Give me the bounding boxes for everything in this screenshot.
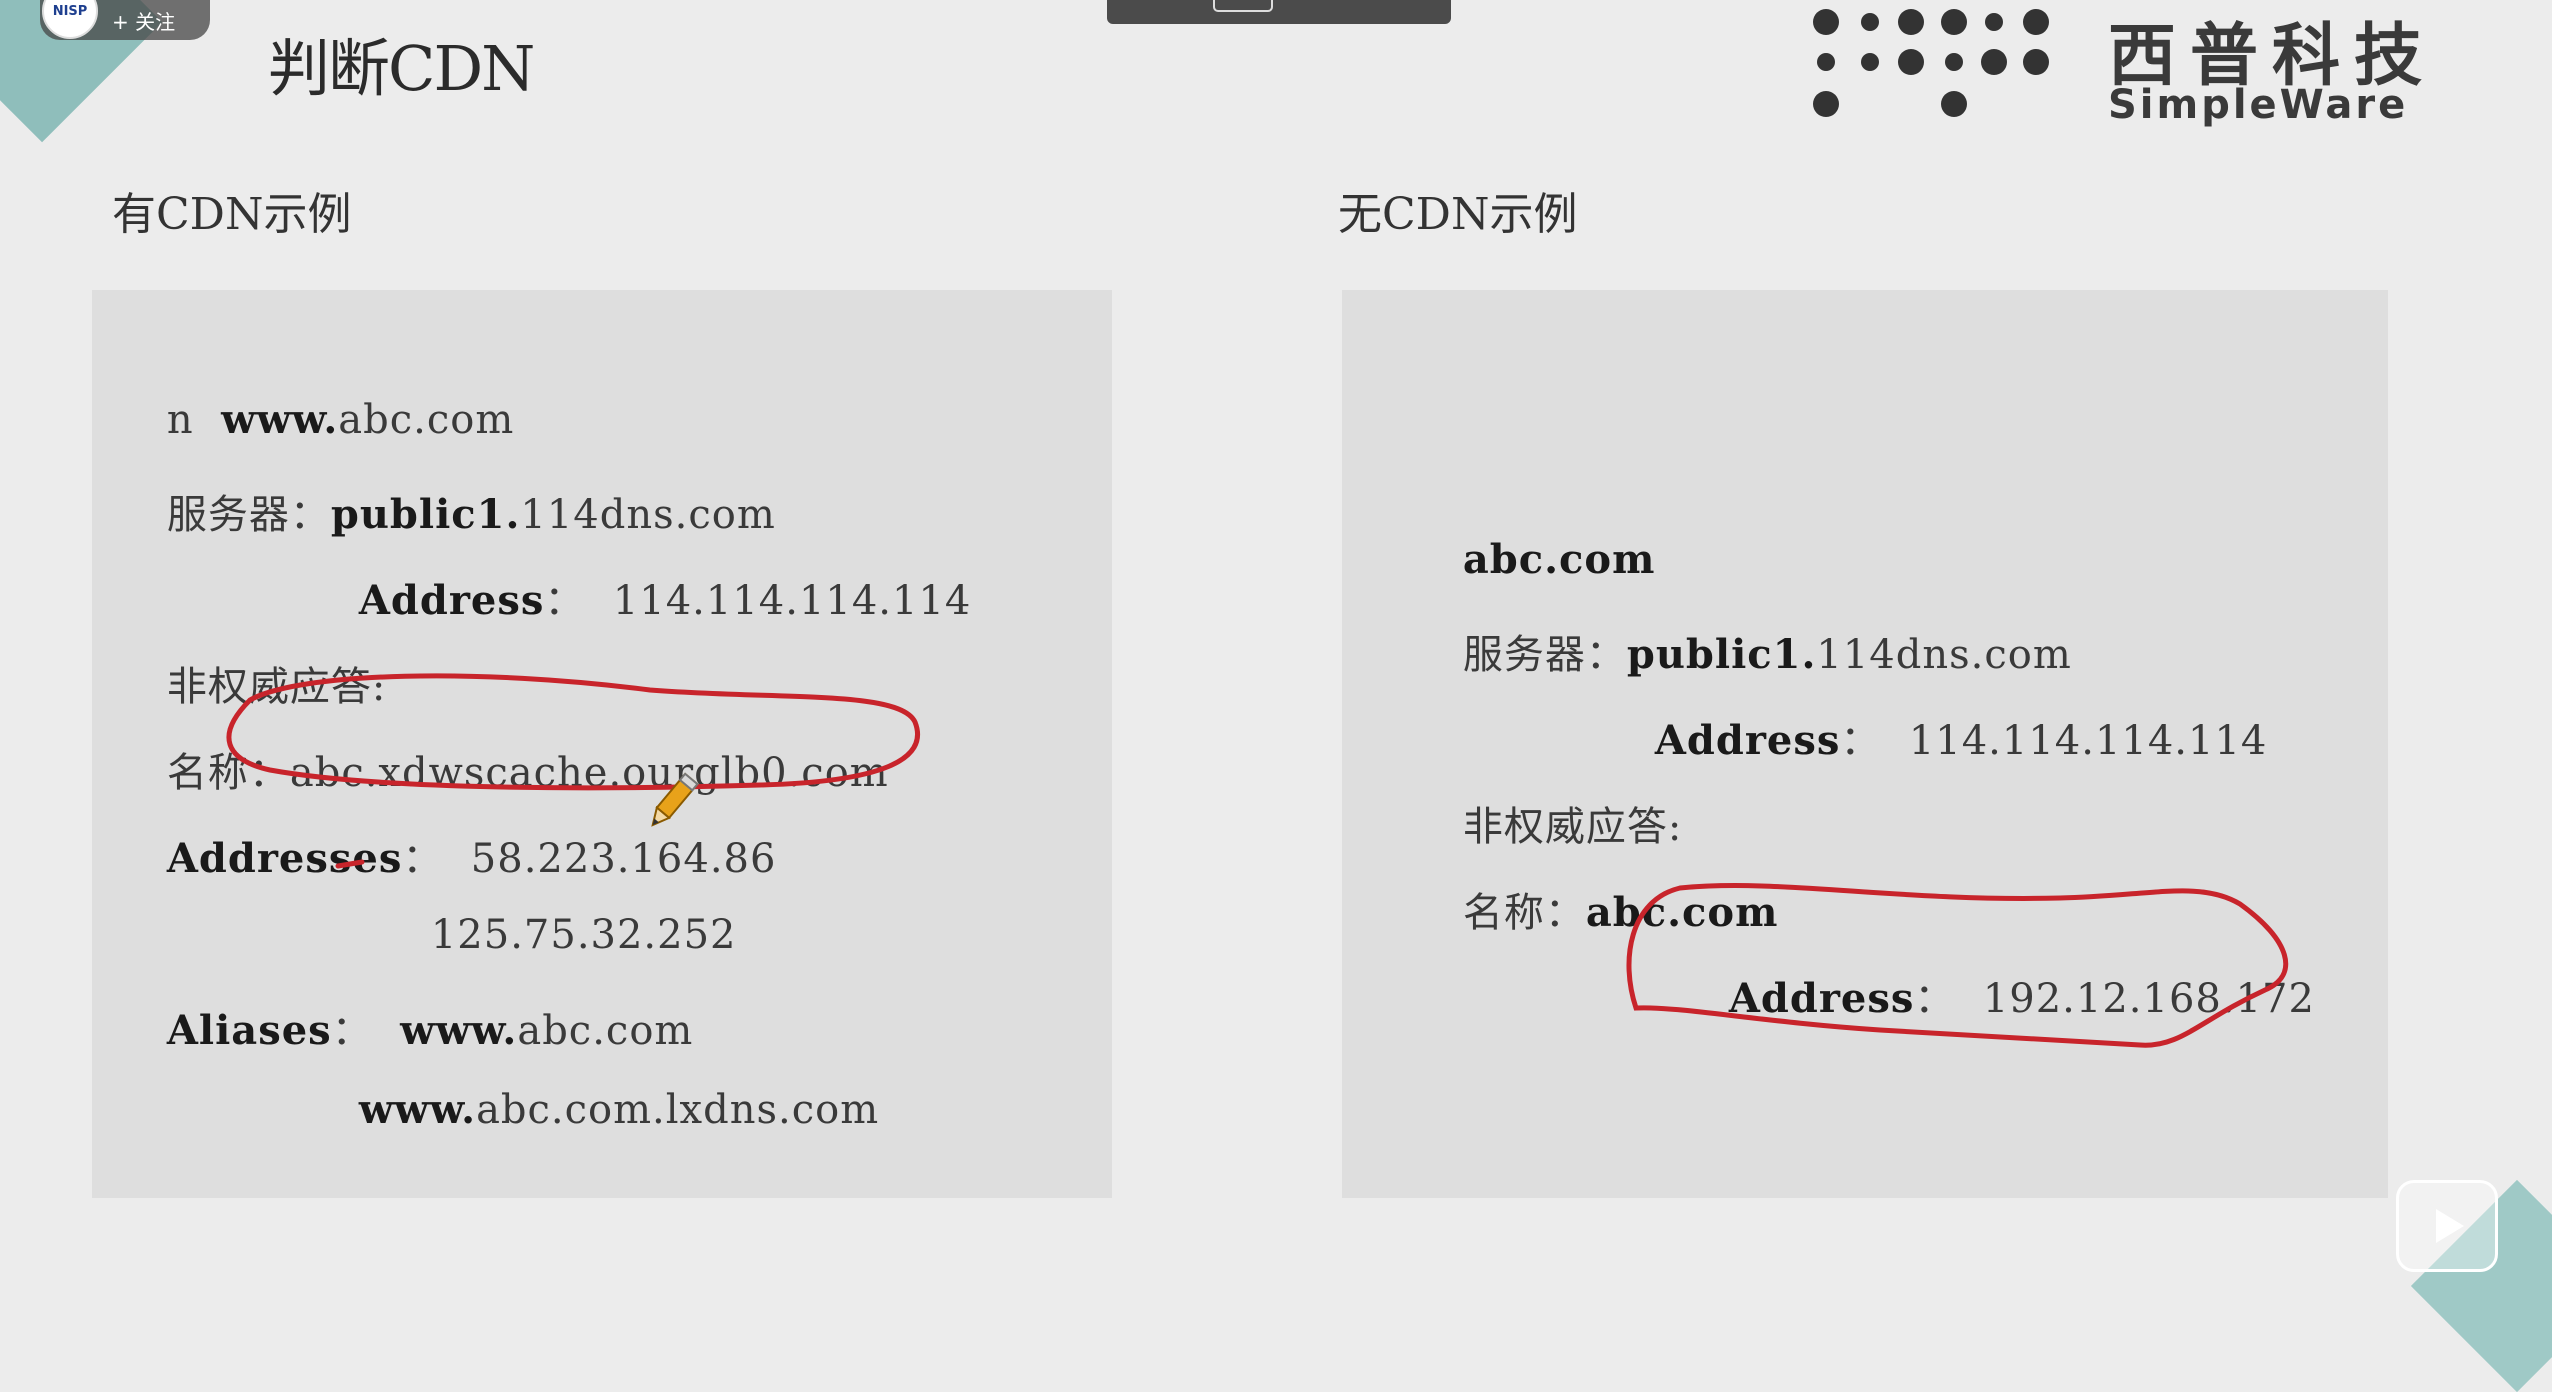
right-heading: 无CDN示例 — [1338, 189, 1578, 240]
r-address-value: ： 114.114.114.114 — [1840, 718, 2268, 764]
logo-text-en: SimpleWare — [2108, 82, 2409, 128]
follow-pill[interactable]: NISP + 关注 — [40, 0, 210, 40]
address-value: ： 114.114.114.114 — [544, 578, 972, 624]
server-address-line: Address： 114.114.114.114 — [304, 522, 971, 672]
channel-avatar[interactable]: NISP — [42, 0, 98, 39]
r-address-label: Address — [1654, 717, 1841, 764]
left-heading: 有CDN示例 — [112, 189, 352, 240]
play-icon — [2436, 1209, 2464, 1243]
simpleware-logo: 西普科技 SimpleWare — [1808, 0, 2468, 130]
r-server-address-line: Address： 114.114.114.114 — [1600, 662, 2267, 812]
top-drag-bar[interactable] — [1107, 0, 1451, 24]
address-label: Address — [358, 577, 545, 624]
addresses-label: Addresses — [166, 835, 403, 882]
drag-handle[interactable] — [1213, 0, 1273, 12]
play-button[interactable] — [2396, 1180, 2498, 1272]
r-result-address-value: ： 192.12.168.172 — [1914, 976, 2315, 1022]
aliases-line-2: www.abc.com.lxdns.com — [304, 1040, 879, 1179]
logo-dots-icon — [1813, 9, 2049, 117]
r-result-address-line: Address： 192.12.168.172 — [1674, 920, 2315, 1070]
follow-button-label[interactable]: + 关注 — [112, 6, 175, 35]
slide-title: 判断CDN — [268, 32, 535, 105]
alias2-bold: www. — [358, 1086, 477, 1133]
no-cdn-example-panel: abc.com 服务器：public1.114dns.com Address： … — [1342, 290, 2388, 1198]
r-name-label: 名称： — [1462, 890, 1586, 936]
alias2-rest: abc.com.lxdns.com — [476, 1087, 880, 1133]
pencil-icon — [651, 772, 699, 827]
r-result-address-label: Address — [1728, 975, 1915, 1022]
cdn-example-panel: n www.abc.com 服务器：public1.114dns.com Add… — [92, 290, 1112, 1198]
